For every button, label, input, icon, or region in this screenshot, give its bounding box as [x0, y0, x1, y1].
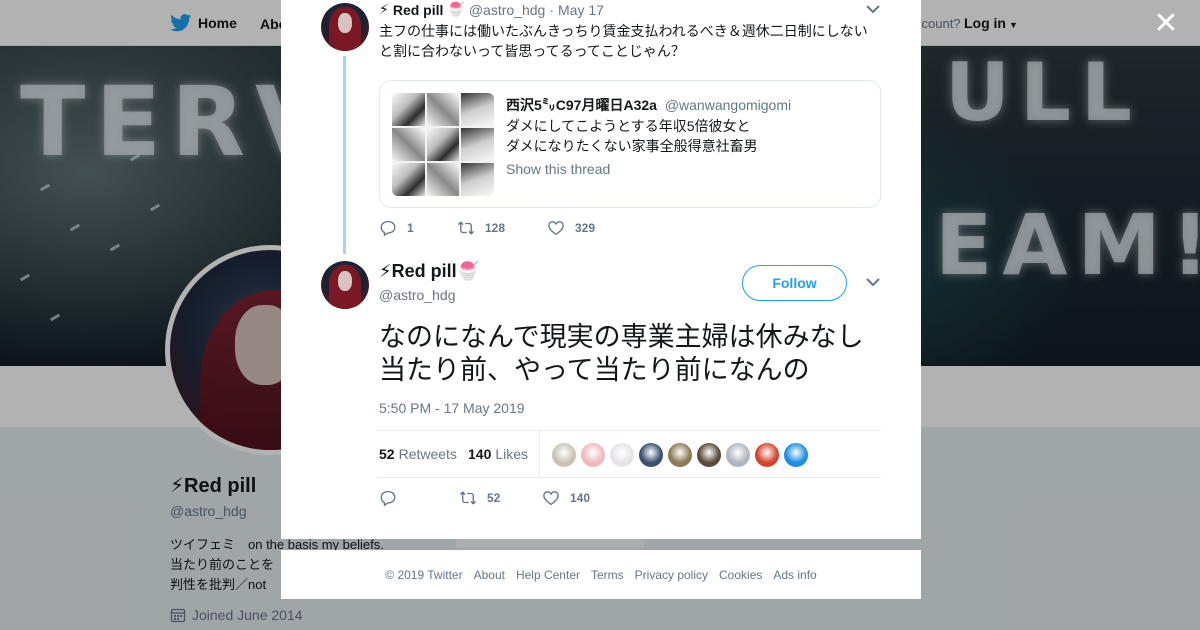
retweets-stat-count: 52 [379, 446, 395, 462]
reply-icon [380, 220, 396, 237]
main-tweet-avatar[interactable] [321, 261, 369, 309]
liker-avatar[interactable] [668, 443, 692, 467]
main-tweet-author-name[interactable]: ⚡Red pill🍧 [379, 261, 479, 282]
liker-avatar[interactable] [784, 443, 808, 467]
bolt-icon: ⚡ [379, 261, 392, 281]
quoted-tweet-author-name: 西沢5㍉C97月曜日A32a [506, 97, 657, 113]
manga-panel [461, 93, 494, 126]
parent-tweet-actions: 1 128 329 [379, 219, 595, 237]
close-icon[interactable]: ✕ [1152, 9, 1180, 39]
main-tweet-text: なのになんで現実の専業主婦は休みなし当たり前、やって当たり前になんの [379, 322, 864, 385]
chevron-down-icon[interactable] [866, 276, 880, 290]
tweet-permalink-modal: ⚡ Red pill 🍧 @astro_hdg · May 17 主フの仕事には… [281, 0, 921, 539]
parent-tweet-header: ⚡ Red pill 🍧 @astro_hdg · May 17 [379, 1, 604, 18]
liker-avatar[interactable] [697, 443, 721, 467]
footer-link-cookies[interactable]: Cookies [719, 568, 762, 582]
reply-icon [380, 490, 396, 507]
main-tweet-author-handle[interactable]: @astro_hdg [379, 287, 455, 303]
liker-avatar[interactable] [610, 443, 634, 467]
retweets-stat-label: Retweets [398, 446, 457, 462]
footer-copyright: © 2019 Twitter [385, 567, 463, 582]
shaved-ice-icon: 🍧 [447, 1, 465, 17]
follow-button[interactable]: Follow [742, 265, 847, 301]
bolt-icon: ⚡ [379, 1, 389, 17]
footer-link-privacy[interactable]: Privacy policy [635, 568, 708, 582]
like-button[interactable]: 329 [547, 219, 595, 237]
quoted-tweet-author-handle: @wanwangomigomi [664, 97, 792, 113]
manga-panel [392, 128, 425, 161]
manga-panel [426, 93, 460, 126]
manga-panel [426, 163, 460, 196]
retweet-icon [457, 221, 475, 235]
footer-link-help-center[interactable]: Help Center [516, 568, 580, 582]
reply-count: 1 [407, 221, 414, 235]
shaved-ice-icon: 🍧 [456, 261, 480, 281]
reply-button[interactable] [379, 489, 459, 507]
main-tweet-actions: 52 140 [379, 489, 590, 507]
like-button[interactable]: 140 [542, 489, 590, 507]
quoted-tweet-header: 西沢5㍉C97月曜日A32a @wanwangomigomi [506, 95, 791, 115]
heart-icon [548, 221, 564, 236]
footer-link-about[interactable]: About [474, 568, 505, 582]
liker-avatar[interactable] [552, 443, 576, 467]
manga-panel [426, 128, 460, 161]
manga-panel [392, 93, 425, 126]
thread-connector-line [343, 56, 346, 254]
parent-tweet-avatar[interactable] [321, 3, 369, 51]
stats-divider [539, 431, 540, 477]
quoted-tweet-card[interactable]: 西沢5㍉C97月曜日A32a @wanwangomigomi ダメにしてこようと… [379, 80, 881, 208]
quoted-tweet-thumbnail [392, 93, 494, 196]
liker-avatar[interactable] [755, 443, 779, 467]
likes-stat-label: Likes [495, 446, 529, 462]
quoted-tweet-text: ダメにしてこようとする年収5倍彼女と ダメになりたくない家事全般得意社畜男 [506, 118, 758, 154]
parent-tweet-date[interactable]: May 17 [558, 2, 604, 18]
tweet-stats-bar: 52 Retweets 140 Likes [377, 430, 881, 478]
footer-link-terms[interactable]: Terms [591, 568, 624, 582]
likes-stat[interactable]: 140 Likes [468, 446, 528, 462]
modal-footer: © 2019 Twitter About Help Center Terms P… [281, 550, 921, 599]
liker-avatars [552, 443, 808, 467]
likes-stat-count: 140 [468, 446, 492, 462]
footer-link-ads-info[interactable]: Ads info [773, 568, 816, 582]
heart-icon [543, 491, 559, 506]
liker-avatar[interactable] [581, 443, 605, 467]
manga-panel [461, 128, 494, 161]
liker-avatar[interactable] [639, 443, 663, 467]
like-count: 329 [575, 221, 596, 235]
avatar-face [338, 13, 352, 33]
chevron-down-icon[interactable] [866, 3, 880, 17]
retweet-count: 128 [485, 221, 506, 235]
parent-tweet-author-handle[interactable]: @astro_hdg [469, 2, 545, 18]
avatar-face [338, 271, 352, 291]
retweet-button[interactable]: 128 [457, 219, 547, 237]
retweet-count: 52 [487, 491, 501, 505]
like-count: 140 [570, 491, 591, 505]
main-tweet-timestamp[interactable]: 5:50 PM - 17 May 2019 [379, 400, 525, 416]
parent-tweet-author-name[interactable]: Red pill [393, 2, 444, 18]
show-thread-link[interactable]: Show this thread [506, 161, 610, 177]
liker-avatar[interactable] [726, 443, 750, 467]
retweet-button[interactable]: 52 [459, 489, 542, 507]
manga-panel [461, 163, 494, 196]
manga-panel [392, 163, 425, 196]
meta-separator: · [549, 1, 554, 18]
retweet-icon [459, 491, 477, 505]
parent-tweet-text: 主フの仕事には働いたぶんきっちり賃金支払われるべき＆週休二日制にしないと割に合わ… [379, 23, 868, 59]
reply-button[interactable]: 1 [379, 219, 457, 237]
retweets-stat[interactable]: 52 Retweets [379, 446, 457, 462]
